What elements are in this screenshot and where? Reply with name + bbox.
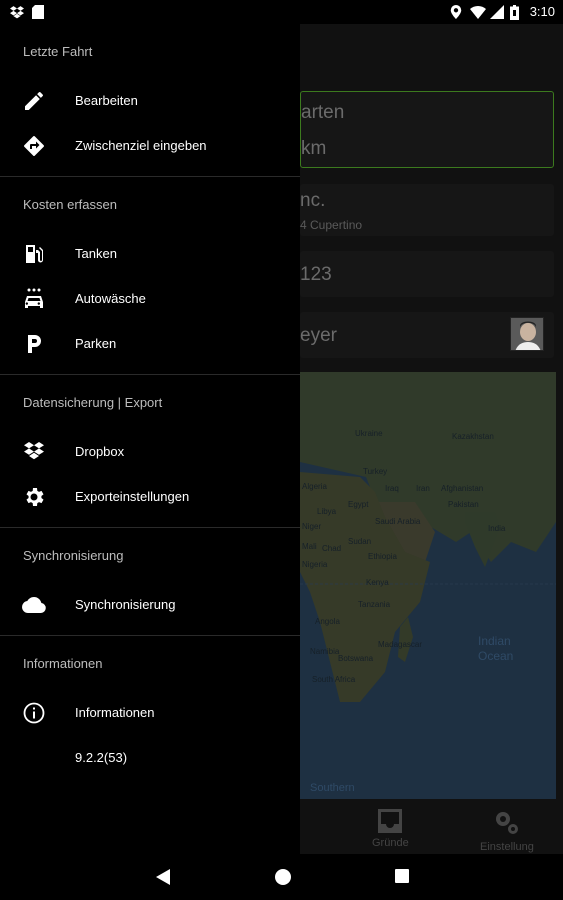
clock: 3:10 <box>529 4 555 19</box>
parking-icon <box>22 332 46 356</box>
gears-icon <box>495 812 518 834</box>
menu-item-dropbox[interactable]: Dropbox <box>0 429 300 474</box>
wifi-icon <box>469 5 486 19</box>
system-navigation-bar <box>0 854 563 900</box>
home-icon[interactable] <box>274 868 292 891</box>
section-header-kosten: Kosten erfassen <box>23 197 117 212</box>
menu-item-synchronisierung[interactable]: Synchronisierung <box>0 582 300 627</box>
nav-einstellung[interactable]: Einstellung <box>480 809 534 853</box>
company-card[interactable]: nc. 4 Cupertino <box>300 184 554 236</box>
menu-item-exporteinstellungen[interactable]: Exporteinstellungen <box>0 474 300 519</box>
driver-card[interactable]: eyer <box>300 312 554 358</box>
vehicle-card[interactable]: 123 <box>300 251 554 297</box>
section-header-synchronisierung: Synchronisierung <box>23 548 124 563</box>
destination-card[interactable]: arten km <box>300 91 554 168</box>
fuel-pump-icon <box>22 242 46 266</box>
map[interactable]: Kazakhstan Ukraine Turkey Afghanistan Ir… <box>300 372 556 799</box>
menu-item-informationen[interactable]: Informationen <box>0 690 300 735</box>
section-header-letzte-fahrt: Letzte Fahrt <box>23 44 93 59</box>
dropbox-icon <box>10 5 24 19</box>
navigation-drawer: Letzte Fahrt Bearbeiten Zwischenziel ein… <box>0 24 300 854</box>
status-bar: 3:10 <box>0 0 563 24</box>
directions-icon <box>22 134 46 158</box>
location-icon <box>450 4 464 19</box>
menu-item-autowaesche[interactable]: Autowäsche <box>0 276 300 321</box>
menu-item-tanken[interactable]: Tanken <box>0 231 300 276</box>
sd-card-icon <box>32 5 46 19</box>
section-header-informationen: Informationen <box>23 656 103 671</box>
nav-gruende[interactable]: Gründe <box>372 809 409 849</box>
menu-item-bearbeiten[interactable]: Bearbeiten <box>0 78 300 123</box>
signal-icon <box>489 4 504 19</box>
dropbox-icon <box>22 440 46 464</box>
cloud-icon <box>22 593 46 617</box>
inbox-icon <box>378 809 403 833</box>
recents-icon[interactable] <box>394 868 410 889</box>
menu-item-zwischenziel[interactable]: Zwischenziel eingeben <box>0 123 300 168</box>
menu-item-version: 9.2.2(53) <box>75 750 128 765</box>
menu-item-parken[interactable]: Parken <box>0 321 300 366</box>
back-icon[interactable] <box>155 868 171 891</box>
section-header-datensicherung: Datensicherung | Export <box>23 395 163 410</box>
avatar <box>510 317 544 351</box>
gear-icon <box>22 485 46 509</box>
bottom-navigation: Gründe Einstellung <box>300 804 563 859</box>
car-wash-icon <box>22 287 46 311</box>
pencil-icon <box>22 89 46 113</box>
battery-icon <box>509 4 524 20</box>
info-icon <box>22 701 46 725</box>
